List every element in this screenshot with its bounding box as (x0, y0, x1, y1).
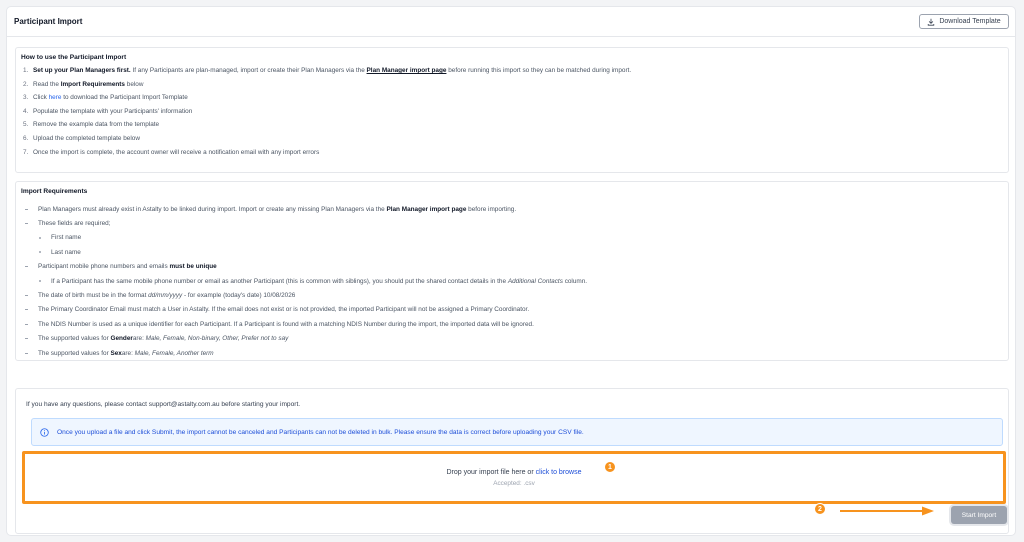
start-import-button[interactable]: Start Import (951, 506, 1007, 524)
how-to-steps: 1. Set up your Plan Managers first. If an… (23, 67, 631, 162)
requirement-dob: The date of birth must be in the format … (25, 288, 587, 302)
requirement-sex: The supported values for Sex are: Male, … (25, 346, 587, 360)
file-dropzone[interactable]: Drop your import file here or click to b… (22, 451, 1006, 504)
plan-manager-import-link[interactable]: Plan Manager import page (367, 67, 447, 74)
step-3: 3. Click here to download the Participant… (23, 94, 188, 102)
requirement-coordinator: The Primary Coordinator Email must match… (25, 303, 587, 317)
requirement-gender: The supported values for Gender are: Mal… (25, 332, 587, 346)
how-to-heading: How to use the Participant Import (21, 54, 127, 61)
step-7: 7. Once the import is complete, the accou… (23, 148, 320, 156)
annotation-badge-2: 2 (814, 503, 826, 515)
step-5: 5. Remove the example data from the templ… (23, 121, 160, 129)
plan-manager-import-link-2[interactable]: Plan Manager import page (386, 206, 466, 213)
requirement-unique-note: If a Participant has the same mobile pho… (25, 274, 587, 288)
requirement-unique: Participant mobile phone numbers and ema… (25, 260, 587, 274)
download-template-link[interactable]: here (49, 94, 62, 101)
card-header: Participant Import Download Template (7, 7, 1015, 37)
annotation-arrow-icon (840, 506, 934, 516)
step-2: 2. Read the Import Requirements below (23, 80, 144, 88)
requirements-list: Plan Managers must already exist in Asta… (25, 202, 587, 360)
requirement-fields: These fields are required; (25, 216, 587, 230)
info-circle-icon (40, 427, 49, 437)
browse-link[interactable]: click to browse (536, 469, 582, 476)
participant-import-card: Participant Import Download Template How… (6, 6, 1016, 536)
info-alert: Once you upload a file and click Submit,… (31, 418, 1003, 446)
import-requirements-panel: Import Requirements Plan Managers must a… (15, 181, 1009, 361)
how-to-panel: How to use the Participant Import 1. Set … (15, 47, 1009, 173)
required-field-last-name: Last name (25, 245, 587, 259)
step-6: 6. Upload the completed template below (23, 134, 140, 142)
step-1: 1. Set up your Plan Managers first. If an… (23, 67, 632, 74)
page-title: Participant Import (14, 17, 83, 26)
requirement-ndis: The NDIS Number is used as a unique iden… (25, 317, 587, 331)
requirements-heading: Import Requirements (21, 188, 88, 195)
requirement-plan-managers: Plan Managers must already exist in Asta… (25, 202, 587, 216)
support-contact-text: If you have any questions, please contac… (26, 401, 301, 408)
dropzone-text: Drop your import file here or click to b… (446, 468, 582, 476)
annotation-badge-1: 1 (604, 461, 616, 473)
required-field-first-name: First name (25, 231, 587, 245)
download-template-button[interactable]: Download Template (919, 14, 1009, 29)
step-4: 4. Populate the template with your Partic… (23, 107, 193, 115)
info-alert-text: Once you upload a file and click Submit,… (57, 428, 584, 436)
download-icon (928, 18, 935, 26)
accepted-file-types: Accepted: .csv (493, 479, 535, 487)
download-template-label: Download Template (939, 18, 1001, 25)
